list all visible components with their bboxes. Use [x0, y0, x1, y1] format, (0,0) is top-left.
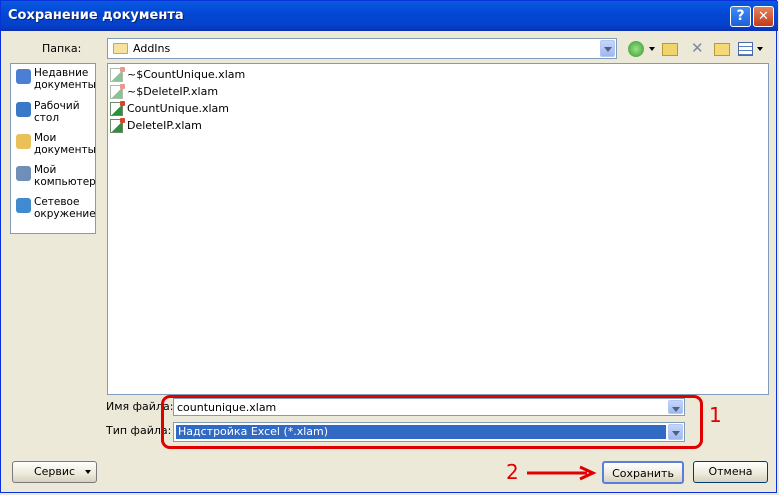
file-list[interactable]: ~$CountUnique.xlam ~$DeleteIP.xlam Count… — [107, 63, 769, 395]
tools-button[interactable]: Сервис — [12, 461, 97, 483]
excel-addin-file-icon — [110, 67, 125, 82]
cancel-button[interactable]: Отмена — [693, 461, 768, 483]
close-icon: ✕ — [758, 9, 769, 24]
file-name: ~$CountUnique.xlam — [127, 68, 246, 81]
help-button[interactable]: ? — [730, 6, 751, 27]
network-icon — [16, 198, 31, 213]
folder-combo[interactable]: AddIns — [107, 38, 617, 59]
delete-icon[interactable]: ✕ — [691, 41, 705, 57]
back-icon[interactable] — [628, 41, 644, 57]
excel-addin-file-icon — [110, 84, 125, 99]
views-icon[interactable] — [738, 42, 753, 56]
tools-label: Сервис — [33, 465, 76, 478]
annotation-arrow-icon — [527, 465, 597, 481]
annotation-highlight-box — [161, 395, 703, 449]
place-my-documents[interactable]: Мои документы — [13, 131, 96, 163]
desktop-icon — [16, 102, 31, 117]
folder-label: Папка: — [42, 42, 82, 55]
dialog-title: Сохранение документа — [8, 8, 184, 23]
help-icon: ? — [736, 8, 745, 24]
place-label: Рабочий стол — [34, 100, 80, 124]
place-label: Сетевое окружение — [34, 196, 96, 220]
views-dropdown-icon[interactable] — [757, 47, 763, 51]
recent-documents-icon — [16, 69, 31, 84]
place-label: Мои документы — [34, 132, 96, 156]
folder-icon — [113, 43, 128, 54]
chevron-down-icon — [85, 470, 91, 474]
folder-value: AddIns — [133, 42, 171, 55]
save-dialog: Сохранение документа ? ✕ Папка: AddIns ✕… — [0, 0, 778, 493]
place-desktop[interactable]: Рабочий стол — [13, 99, 95, 131]
close-button[interactable]: ✕ — [753, 6, 774, 27]
save-label: Сохранить — [612, 467, 674, 480]
places-bar: Недавние документы Рабочий стол Мои доку… — [10, 63, 96, 234]
place-network[interactable]: Сетевое окружение — [13, 195, 96, 227]
back-dropdown-icon[interactable] — [649, 47, 655, 51]
save-button[interactable]: Сохранить — [602, 461, 684, 484]
up-folder-icon[interactable] — [662, 43, 678, 56]
annotation-number-1: 1 — [709, 403, 722, 427]
place-label: Мой компьютер — [34, 164, 96, 188]
my-computer-icon — [16, 166, 31, 181]
my-documents-icon — [16, 134, 31, 149]
cancel-label: Отмена — [708, 465, 753, 478]
annotation-number-2: 2 — [506, 460, 519, 484]
folder-dropdown-button[interactable] — [600, 40, 615, 57]
excel-addin-file-icon — [110, 101, 125, 116]
file-name: DeleteIP.xlam — [127, 119, 202, 132]
new-folder-icon[interactable] — [714, 43, 730, 56]
excel-addin-file-icon — [110, 118, 125, 133]
title-bar[interactable]: Сохранение документа ? ✕ — [1, 1, 778, 31]
place-my-computer[interactable]: Мой компьютер — [13, 163, 96, 195]
file-name: ~$DeleteIP.xlam — [127, 85, 219, 98]
place-recent-documents[interactable]: Недавние документы — [13, 66, 96, 98]
file-name: CountUnique.xlam — [127, 102, 229, 115]
place-label: Недавние документы — [34, 67, 96, 91]
